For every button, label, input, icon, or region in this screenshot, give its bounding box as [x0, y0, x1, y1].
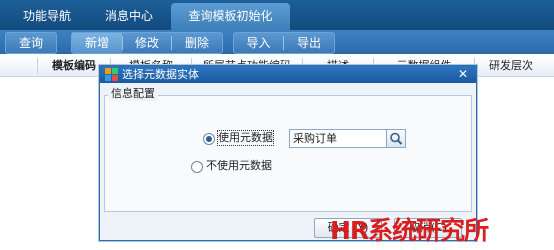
dialog-title: 选择元数据实体	[122, 68, 199, 81]
dialog-title-bar[interactable]: 选择元数据实体 ✕	[100, 66, 476, 83]
no-metadata-radio[interactable]	[191, 161, 203, 173]
info-config-section	[104, 95, 472, 212]
entity-lookup-value: 采购订单	[293, 132, 337, 145]
add-button[interactable]: 新增	[72, 33, 122, 53]
lookup-button[interactable]	[386, 130, 405, 147]
use-metadata-label[interactable]: 使用元数据	[217, 130, 274, 146]
entity-lookup-field[interactable]: 采购订单	[289, 129, 406, 148]
column-header-dev-level[interactable]: 研发层次	[475, 56, 547, 76]
radio-selected-dot	[206, 136, 212, 142]
export-button[interactable]: 导出	[284, 33, 334, 53]
tab-message-center[interactable]: 消息中心	[88, 3, 170, 30]
toolbar-group-query: 查询	[5, 32, 57, 54]
use-metadata-radio[interactable]	[203, 133, 215, 145]
search-icon	[390, 132, 403, 145]
edit-button[interactable]: 修改	[123, 33, 171, 53]
watermark-logo: HR系统研究所	[330, 216, 489, 245]
app-logo-icon	[105, 68, 118, 81]
toolbar-group-io: 导入 导出	[233, 32, 335, 54]
no-metadata-label[interactable]: 不使用元数据	[206, 159, 272, 173]
delete-button[interactable]: 删除	[172, 33, 222, 53]
select-metadata-entity-dialog: 选择元数据实体 ✕ 信息配置 使用元数据 采购订单 不使用元数据 确定 (Y) …	[99, 65, 477, 241]
section-label: 信息配置	[108, 87, 158, 101]
toolbar-group-edit: 新增 修改 删除	[71, 32, 223, 54]
tab-bar: 功能导航 消息中心 查询模板初始化	[0, 0, 554, 30]
tab-query-template-init[interactable]: 查询模板初始化	[171, 3, 290, 30]
import-button[interactable]: 导入	[234, 33, 283, 53]
tab-function-nav[interactable]: 功能导航	[8, 3, 86, 30]
close-icon[interactable]: ✕	[455, 67, 471, 81]
toolbar: 查询 新增 修改 删除 导入 导出	[0, 30, 554, 54]
query-button[interactable]: 查询	[6, 33, 56, 53]
